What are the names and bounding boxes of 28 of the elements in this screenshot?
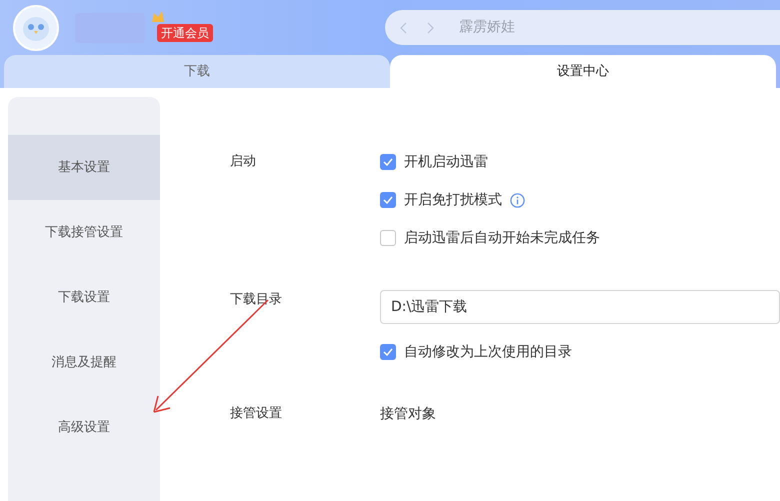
sidebar-item[interactable]: 下载设置 xyxy=(8,265,160,330)
section-label: 启动 xyxy=(230,153,257,171)
folder-path-field[interactable]: D:\迅雷下载 xyxy=(380,290,780,324)
checkbox-label: 自动修改为上次使用的目录 xyxy=(404,342,572,362)
checkbox[interactable] xyxy=(380,230,396,246)
info-icon[interactable] xyxy=(510,192,525,208)
checkmark-icon xyxy=(383,158,393,166)
tab[interactable]: 设置中心 xyxy=(390,55,776,88)
section-label: 接管设置 xyxy=(230,405,283,423)
checkbox[interactable] xyxy=(380,154,396,170)
option-heading: 接管对象 xyxy=(380,405,436,424)
crown-icon xyxy=(151,10,165,24)
avatar[interactable] xyxy=(13,4,59,50)
sidebar-item[interactable]: 基本设置 xyxy=(8,135,160,200)
checkbox[interactable] xyxy=(380,344,396,360)
vip-badge[interactable]: 开通会员 xyxy=(157,24,213,42)
checkbox-label: 启动迅雷后自动开始未完成任务 xyxy=(404,228,600,248)
checkbox-label: 开启免打扰模式 xyxy=(404,190,502,210)
sidebar-item[interactable]: 下载接管设置 xyxy=(8,200,160,265)
checkmark-icon xyxy=(383,196,393,204)
search-field[interactable]: 霹雳娇娃 xyxy=(459,17,633,38)
sidebar-item[interactable]: 消息及提醒 xyxy=(8,330,160,395)
sidebar-item[interactable]: 高级设置 xyxy=(8,395,160,460)
tab[interactable]: 下载 xyxy=(4,55,390,88)
checkmark-icon xyxy=(383,348,393,356)
checkbox-label: 开机启动迅雷 xyxy=(404,152,488,172)
checkbox[interactable] xyxy=(380,192,396,208)
address-bar[interactable]: 霹雳娇娃 xyxy=(385,10,780,45)
